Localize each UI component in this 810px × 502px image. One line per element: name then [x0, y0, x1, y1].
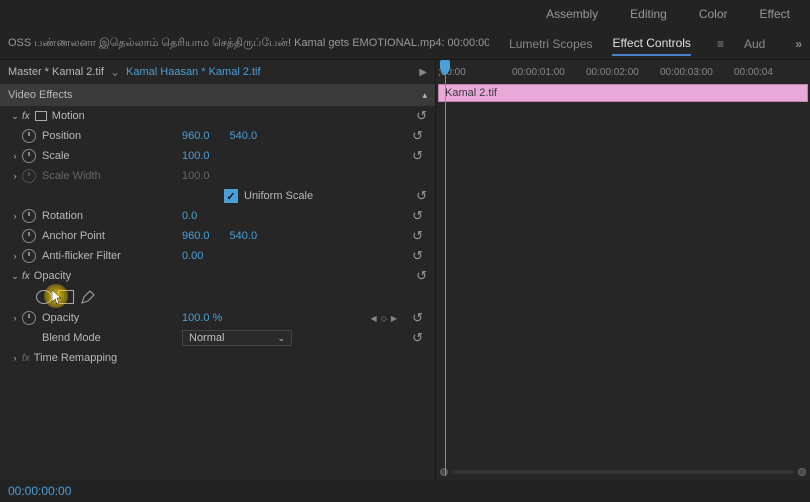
motion-effect-label[interactable]: Motion: [52, 110, 416, 122]
current-timecode[interactable]: 00:00:00:00: [8, 484, 71, 498]
clip-bar-label: Kamal 2.tif: [445, 87, 497, 99]
horizontal-scrollbar[interactable]: [436, 464, 810, 480]
motion-twirl[interactable]: ⌄: [8, 111, 22, 122]
scalew-label: Scale Width: [42, 170, 182, 182]
chevron-down-icon[interactable]: ⌄: [110, 65, 120, 79]
motion-reset-icon[interactable]: ↺: [416, 108, 427, 124]
scale-twirl[interactable]: ›: [8, 151, 22, 161]
opacity-val-twirl[interactable]: ›: [8, 313, 22, 323]
fx-badge-icon[interactable]: fx: [22, 353, 30, 364]
blend-reset-icon[interactable]: ↺: [412, 330, 423, 346]
time-mark: 00:00:01:00: [512, 67, 586, 78]
position-y-value[interactable]: 540.0: [230, 130, 258, 142]
workspace-color[interactable]: Color: [699, 7, 728, 21]
position-x-value[interactable]: 960.0: [182, 130, 210, 142]
anchor-y-value[interactable]: 540.0: [230, 230, 258, 242]
antiflicker-twirl[interactable]: ›: [8, 251, 22, 261]
antiflicker-stopwatch[interactable]: [22, 249, 36, 263]
active-clip-label[interactable]: Kamal Haasan * Kamal 2.tif: [126, 66, 261, 78]
scale-reset-icon[interactable]: ↺: [412, 148, 423, 164]
anchor-label: Anchor Point: [42, 230, 182, 242]
uniform-reset-icon[interactable]: ↺: [416, 188, 427, 204]
opacity-reset-icon[interactable]: ↺: [416, 268, 427, 284]
timeremap-twirl[interactable]: ›: [8, 353, 22, 363]
scalew-value: 100.0: [182, 170, 210, 182]
fx-badge-icon[interactable]: fx: [22, 111, 30, 122]
antiflicker-value[interactable]: 0.00: [182, 250, 203, 262]
playhead[interactable]: [440, 60, 452, 76]
rotation-stopwatch[interactable]: [22, 209, 36, 223]
add-keyframe-icon[interactable]: ◇: [381, 314, 387, 323]
workspace-effect[interactable]: Effect: [760, 7, 790, 21]
opacity-value-label: Opacity: [42, 312, 182, 324]
scale-stopwatch[interactable]: [22, 149, 36, 163]
scroll-track[interactable]: [452, 470, 794, 474]
rotation-reset-icon[interactable]: ↺: [412, 208, 423, 224]
anchor-reset-icon[interactable]: ↺: [412, 228, 423, 244]
rotation-label: Rotation: [42, 210, 182, 222]
opacity-val-reset-icon[interactable]: ↺: [412, 310, 423, 326]
opacity-effect-label[interactable]: Opacity: [34, 270, 416, 282]
rotation-value[interactable]: 0.0: [182, 210, 197, 222]
blend-mode-select[interactable]: Normal ⌄: [182, 330, 292, 346]
opacity-stopwatch[interactable]: [22, 311, 36, 325]
scale-label: Scale: [42, 150, 182, 162]
clip-bar[interactable]: Kamal 2.tif: [438, 84, 808, 102]
uniform-scale-label: Uniform Scale: [244, 190, 313, 202]
scroll-knob-right[interactable]: [798, 468, 806, 476]
rotation-twirl[interactable]: ›: [8, 211, 22, 221]
mask-ellipse-button[interactable]: [36, 290, 52, 304]
playhead-line: [445, 76, 446, 476]
antiflicker-label: Anti-flicker Filter: [42, 250, 182, 262]
antiflicker-reset-icon[interactable]: ↺: [412, 248, 423, 264]
time-mark: 00:00:03:00: [660, 67, 734, 78]
tab-lumetri-scopes[interactable]: Lumetri Scopes: [509, 33, 592, 55]
time-mark: 00:00:02:00: [586, 67, 660, 78]
scalew-twirl: ›: [8, 171, 22, 181]
workspace-assembly[interactable]: Assembly: [546, 7, 598, 21]
video-effects-header: Video Effects ▴: [0, 84, 435, 106]
chevron-down-icon: ⌄: [277, 333, 285, 344]
scalew-stopwatch: [22, 169, 36, 183]
workspace-editing[interactable]: Editing: [630, 7, 667, 21]
section-collapse-icon[interactable]: ▴: [422, 90, 427, 101]
motion-direct-icon[interactable]: [34, 110, 48, 122]
anchor-stopwatch[interactable]: [22, 229, 36, 243]
tab-audio[interactable]: Aud: [744, 33, 765, 55]
time-mark: 00:00:04: [734, 67, 808, 78]
mask-pen-button[interactable]: [80, 289, 96, 305]
tab-effect-controls[interactable]: Effect Controls: [612, 32, 690, 56]
master-clip-label[interactable]: Master * Kamal 2.tif: [8, 66, 104, 78]
opacity-twirl[interactable]: ⌄: [8, 271, 22, 282]
uniform-scale-checkbox[interactable]: [224, 189, 238, 203]
blend-mode-value: Normal: [189, 332, 224, 344]
expand-panels-icon[interactable]: »: [795, 37, 802, 51]
effect-controls-panel: Master * Kamal 2.tif ⌄ Kamal Haasan * Ka…: [0, 60, 436, 480]
time-remapping-label[interactable]: Time Remapping: [34, 352, 427, 364]
position-stopwatch[interactable]: [22, 129, 36, 143]
fx-badge-icon[interactable]: fx: [22, 271, 30, 282]
position-label: Position: [42, 130, 182, 142]
mini-timeline: ;00:00 00:00:01:00 00:00:02:00 00:00:03:…: [436, 60, 810, 480]
mask-rect-button[interactable]: [58, 290, 74, 304]
panel-menu-icon[interactable]: ≡: [717, 37, 724, 51]
time-ruler[interactable]: ;00:00 00:00:01:00 00:00:02:00 00:00:03:…: [436, 60, 810, 84]
blend-mode-label: Blend Mode: [42, 332, 182, 344]
scroll-knob-left[interactable]: [440, 468, 448, 476]
opacity-value[interactable]: 100.0 %: [182, 312, 222, 324]
play-icon[interactable]: ▶: [419, 67, 427, 78]
scale-value[interactable]: 100.0: [182, 150, 210, 162]
video-effects-label: Video Effects: [8, 89, 72, 101]
source-title: OSS பண்ணலனா இதெல்லாம் தெரியாம செத்திருப்…: [8, 37, 489, 51]
prev-keyframe-icon[interactable]: ◀: [371, 314, 377, 323]
next-keyframe-icon[interactable]: ▶: [391, 314, 397, 323]
anchor-x-value[interactable]: 960.0: [182, 230, 210, 242]
position-reset-icon[interactable]: ↺: [412, 128, 423, 144]
